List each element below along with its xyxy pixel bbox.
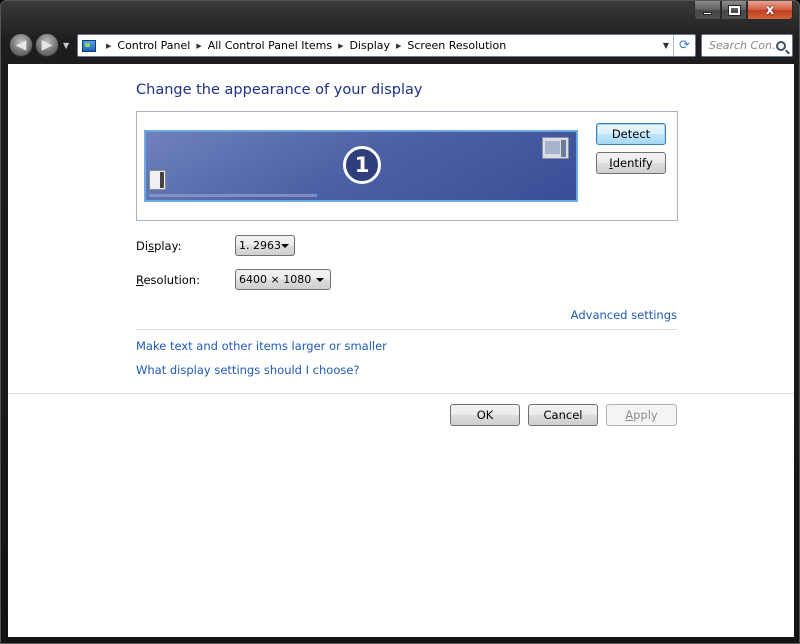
resolution-select[interactable]: 6400 × 1080 (235, 269, 331, 290)
address-dropdown-icon[interactable]: ▼ (663, 41, 669, 50)
monitor-number-badge: 1 (343, 146, 381, 184)
display-label-prefix: Di (136, 239, 149, 253)
display-select-value: 1. 2963 (239, 239, 281, 252)
display-select[interactable]: 1. 2963 (235, 235, 295, 256)
back-button[interactable]: ◀ (9, 33, 33, 57)
window-thumbnail-icon (542, 137, 569, 159)
recent-pages-dropdown-icon[interactable]: ▼ (63, 41, 69, 50)
text-size-link[interactable]: Make text and other items larger or smal… (136, 339, 387, 353)
breadcrumb-display[interactable]: Display (349, 39, 390, 52)
breadcrumb-separator-icon[interactable]: ▶ (338, 42, 343, 50)
breadcrumb-separator-icon[interactable]: ▶ (106, 42, 111, 50)
breadcrumb-all-items[interactable]: All Control Panel Items (208, 39, 332, 52)
breadcrumb: ▶ Control Panel ▶ All Control Panel Item… (100, 39, 506, 52)
search-icon[interactable] (776, 40, 786, 51)
identify-label: dentify (612, 156, 653, 170)
ok-button[interactable]: OK (450, 404, 520, 426)
screen-resolution-window: x ◀ ▶ ▼ ▶ Control Panel ▶ All Control Pa… (0, 0, 800, 644)
content-pane: Change the appearance of your display 1 … (8, 64, 794, 637)
close-button[interactable]: x (747, 1, 793, 20)
resolution-label: Resolution: (136, 273, 200, 287)
display-settings-help-link[interactable]: What display settings should I choose? (136, 363, 360, 377)
chevron-down-icon (316, 277, 324, 282)
refresh-button[interactable]: ⟳ (673, 35, 695, 56)
resolution-select-value: 6400 × 1080 (239, 273, 312, 286)
detect-button[interactable]: Detect (596, 123, 666, 145)
chevron-down-icon (281, 243, 289, 248)
divider (136, 329, 677, 330)
forward-button[interactable]: ▶ (35, 33, 59, 57)
breadcrumb-separator-icon[interactable]: ▶ (196, 42, 201, 50)
apply-mnemonic: A (625, 408, 634, 422)
advanced-settings-link[interactable]: Advanced settings (571, 308, 677, 322)
cancel-button[interactable]: Cancel (528, 404, 598, 426)
resolution-label-rest: esolution: (143, 273, 200, 287)
monitor-arrangement-panel: 1 Detect Identify (136, 111, 678, 221)
refresh-icon: ⟳ (679, 38, 690, 53)
address-bar[interactable]: ▶ Control Panel ▶ All Control Panel Item… (77, 34, 696, 57)
button-area-divider (8, 393, 794, 394)
page-title: Change the appearance of your display (136, 82, 423, 98)
caption-buttons: x (694, 1, 793, 20)
back-arrow-icon: ◀ (15, 37, 27, 53)
apply-label: pply (633, 408, 658, 422)
monitor-1-preview[interactable]: 1 (144, 130, 578, 202)
taskbar-preview (149, 194, 317, 197)
display-label-rest: play: (154, 239, 182, 253)
control-panel-icon (82, 39, 96, 52)
close-icon: x (765, 2, 775, 18)
minimize-button[interactable] (694, 1, 721, 20)
forward-arrow-icon: ▶ (41, 37, 53, 53)
breadcrumb-control-panel[interactable]: Control Panel (117, 39, 190, 52)
apply-button[interactable]: Apply (606, 404, 677, 426)
minimize-icon (703, 11, 712, 15)
maximize-button[interactable] (721, 1, 747, 20)
display-label: Display: (136, 239, 181, 253)
navigation-bar: ◀ ▶ ▼ ▶ Control Panel ▶ All Control Pane… (7, 31, 795, 59)
maximize-icon (727, 4, 741, 16)
breadcrumb-separator-icon[interactable]: ▶ (396, 42, 401, 50)
breadcrumb-screen-resolution[interactable]: Screen Resolution (407, 39, 506, 52)
window-thumbnail-icon (149, 170, 166, 190)
search-input[interactable]: Search Con... (709, 39, 776, 52)
identify-button[interactable]: Identify (596, 152, 666, 174)
search-box[interactable]: Search Con... (701, 34, 793, 57)
